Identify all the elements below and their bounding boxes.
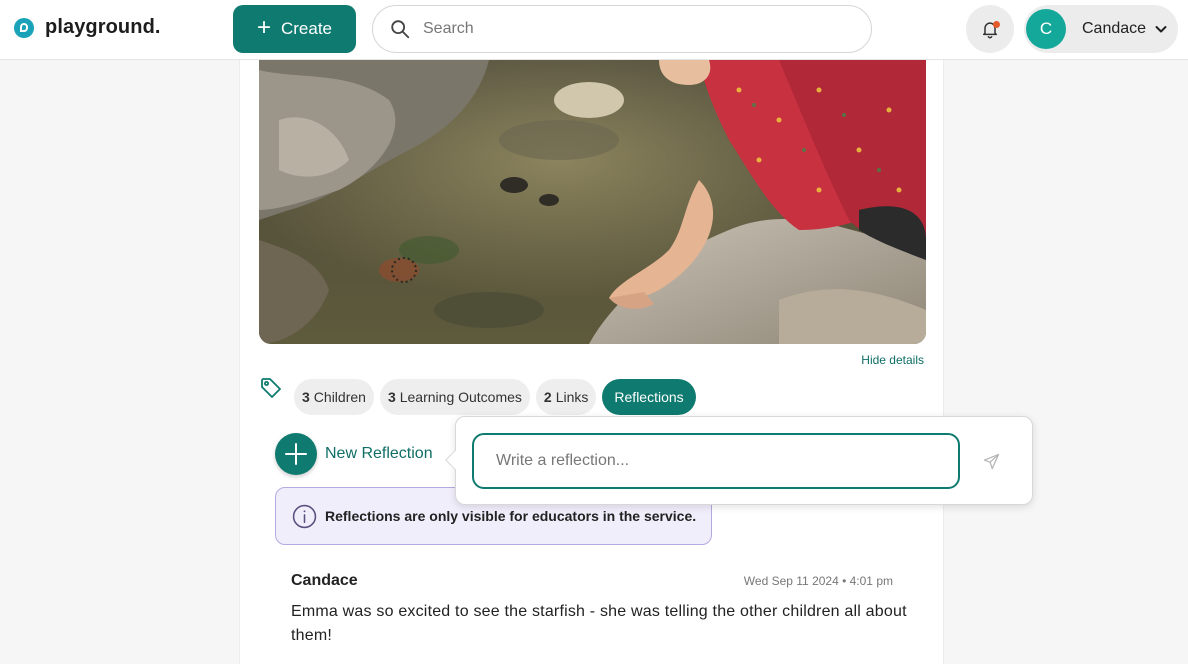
chip-children[interactable]: 3 Children (294, 379, 374, 415)
chip-reflections[interactable]: Reflections (602, 379, 696, 415)
plus-icon: + (256, 14, 271, 41)
user-menu[interactable]: C Candace (1024, 5, 1178, 53)
chip-label: Learning Outcomes (399, 389, 522, 405)
reflection-text: Emma was so excited to see the starfish … (291, 603, 907, 644)
user-name: Candace (1082, 20, 1147, 37)
chip-count: 3 (302, 389, 310, 405)
info-icon (292, 504, 317, 528)
notification-dot (993, 21, 1000, 28)
reflection-popover (445, 416, 1033, 505)
chip-links[interactable]: 2 Links (535, 379, 597, 415)
notice-text: Reflections are only visible for educato… (325, 508, 697, 524)
send-icon[interactable] (983, 453, 1000, 470)
chip-label: Reflections (614, 389, 684, 405)
reflection-input[interactable] (472, 433, 960, 489)
search-icon (391, 20, 410, 39)
search-input[interactable] (423, 20, 843, 38)
photo-image (259, 60, 926, 344)
tag-chips: 3 Children 3 Learning Outcomes 2 Links R… (294, 379, 702, 415)
notifications-button[interactable] (966, 5, 1014, 53)
chip-learning-outcomes[interactable]: 3 Learning Outcomes (379, 379, 530, 415)
create-button[interactable]: + Create (233, 5, 356, 53)
avatar: C (1026, 9, 1066, 49)
chip-count: 2 (543, 389, 552, 405)
app-logo[interactable]: playground. (14, 16, 161, 39)
chevron-down-icon (1155, 26, 1167, 33)
logo-icon (14, 17, 34, 38)
new-reflection-button[interactable]: New Reflection (275, 433, 433, 475)
tag-icon (261, 378, 281, 398)
chip-label: Links (555, 389, 589, 405)
post-photo[interactable] (259, 60, 926, 344)
top-bar: playground. + Create C Candace (0, 0, 1188, 60)
search-bar[interactable] (372, 5, 872, 53)
create-label: Create (280, 19, 333, 38)
chip-label: Children (313, 389, 366, 405)
app-name: playground. (45, 16, 161, 38)
plus-icon (275, 433, 317, 475)
post-card: Hide details 3 Children 3 Learning Outco… (239, 60, 944, 664)
reflection-timestamp: Wed Sep 11 2024 • 4:01 pm (743, 574, 893, 588)
hide-details-link[interactable]: Hide details (861, 353, 924, 367)
new-reflection-label: New Reflection (325, 445, 433, 462)
reflection-author: Candace (291, 572, 358, 589)
chip-count: 3 (387, 389, 396, 405)
